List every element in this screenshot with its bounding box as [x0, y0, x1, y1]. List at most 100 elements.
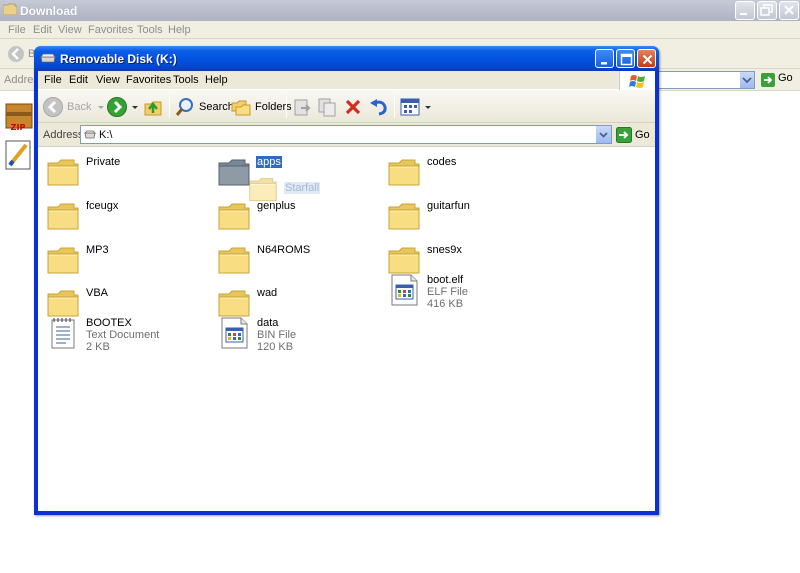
chevron-down-icon	[742, 77, 752, 84]
address-value: K:\	[99, 129, 113, 141]
address-dropdown-button[interactable]	[595, 126, 611, 143]
background-address-dropdown[interactable]	[740, 72, 754, 88]
background-address-input[interactable]	[650, 71, 755, 89]
drive-icon	[84, 130, 96, 139]
folders-button[interactable]: Folders	[230, 94, 292, 119]
item-name: codes	[427, 156, 457, 168]
file-item-boot-elf[interactable]: boot.elf ELF File 416 KB	[387, 273, 547, 317]
background-titlebar[interactable]: Download	[0, 0, 800, 21]
back-arrow-icon	[43, 96, 63, 117]
item-name: N64ROMS	[257, 244, 311, 256]
folder-icon	[46, 286, 80, 320]
archive-icon: ZIP	[5, 103, 33, 132]
windows-logo-icon	[629, 75, 645, 88]
folder-item-genplus[interactable]: genplus	[217, 199, 377, 239]
folder-item-fceugx[interactable]: fceugx	[46, 199, 206, 239]
item-size: 416 KB	[427, 298, 464, 310]
folder-icon	[217, 286, 251, 320]
move-to-icon	[294, 99, 311, 115]
folder-item-guitarfun[interactable]: guitarfun	[387, 199, 547, 239]
search-button[interactable]: Search	[174, 94, 234, 119]
folder-icon	[387, 155, 421, 189]
item-name: genplus	[257, 200, 296, 212]
item-name: Private	[86, 156, 121, 168]
file-item-bootex[interactable]: BOOTEX Text Document 2 KB	[46, 316, 206, 360]
toolbar-separator	[394, 95, 395, 118]
background-menu-help[interactable]: Help	[168, 24, 191, 36]
folder-item-codes[interactable]: codes	[387, 155, 547, 195]
undo-button[interactable]	[368, 94, 390, 119]
item-type: BIN File	[257, 329, 297, 341]
copy-to-icon	[318, 98, 336, 116]
folder-icon	[387, 199, 421, 233]
move-to-button[interactable]	[291, 94, 313, 119]
back-icon[interactable]	[7, 45, 25, 63]
folder-icon	[46, 199, 80, 233]
address-label: Address	[43, 129, 84, 141]
item-name: BOOTEX	[86, 317, 132, 329]
item-name: wad	[257, 287, 278, 299]
go-label: Go	[635, 129, 650, 141]
svg-text:ZIP: ZIP	[11, 123, 26, 132]
folder-icon	[387, 243, 421, 277]
go-arrow-icon	[616, 127, 632, 143]
maximize-button[interactable]	[616, 49, 635, 68]
close-button[interactable]	[637, 49, 656, 68]
folder-icon	[46, 243, 80, 277]
folder-item-mp3[interactable]: MP3	[46, 243, 206, 283]
minimize-icon	[740, 13, 747, 15]
item-name: snes9x	[427, 244, 462, 256]
background-close-button[interactable]	[779, 1, 799, 20]
go-arrow-icon[interactable]	[761, 73, 775, 87]
chevron-down-icon	[599, 132, 608, 138]
menu-tools[interactable]: Tools	[173, 74, 199, 86]
item-name: fceugx	[86, 200, 119, 212]
background-restore-button[interactable]	[757, 1, 777, 20]
background-menu-favorites[interactable]: Favorites	[88, 24, 133, 36]
item-name: MP3	[86, 244, 109, 256]
background-menu-file[interactable]: File	[8, 24, 26, 36]
menu-file[interactable]: File	[44, 74, 62, 86]
item-size: 120 KB	[257, 341, 294, 353]
folder-icon	[217, 155, 251, 189]
background-menubar: File Edit View Favorites Tools Help	[0, 21, 800, 58]
forward-arrow-icon	[107, 96, 127, 117]
toolbar-separator	[286, 95, 287, 118]
item-name: guitarfun	[427, 200, 470, 212]
views-button[interactable]	[399, 94, 433, 119]
explorer-window: Removable Disk (K:) File Edit View Favor…	[34, 46, 659, 515]
background-menu-tools[interactable]: Tools	[137, 24, 163, 36]
file-list-view[interactable]: Private apps codes Starfall fceugx genpl…	[38, 148, 655, 511]
folders-icon	[231, 100, 251, 115]
go-button[interactable]: Go	[616, 126, 650, 144]
minimize-button[interactable]	[595, 49, 614, 68]
item-size: 2 KB	[86, 341, 110, 353]
up-folder-button[interactable]	[143, 94, 165, 119]
binary-file-icon	[217, 316, 251, 350]
windows-logo	[619, 71, 655, 90]
back-button[interactable]: Back	[42, 94, 106, 119]
background-minimize-button[interactable]	[735, 1, 755, 20]
menu-favorites[interactable]: Favorites	[126, 74, 171, 86]
address-input[interactable]: K:\	[80, 125, 612, 144]
delete-button[interactable]	[342, 94, 364, 119]
removable-disk-icon	[40, 53, 56, 63]
forward-button[interactable]	[106, 94, 140, 119]
window-titlebar[interactable]: Removable Disk (K:)	[34, 46, 659, 71]
window-client-area: File Edit View Favorites Tools Help Back…	[38, 71, 655, 511]
drag-ghost-name: Starfall	[284, 182, 321, 194]
maximize-icon	[620, 53, 633, 66]
folder-item-n64roms[interactable]: N64ROMS	[217, 243, 377, 283]
item-name: VBA	[86, 287, 109, 299]
background-menu-view[interactable]: View	[58, 24, 82, 36]
menu-view[interactable]: View	[96, 74, 120, 86]
menu-edit[interactable]: Edit	[69, 74, 88, 86]
file-item-data[interactable]: data BIN File 120 KB	[217, 316, 377, 360]
chevron-down-icon	[98, 105, 105, 109]
folder-item-private[interactable]: Private	[46, 155, 206, 195]
text-document-icon	[46, 316, 80, 350]
menu-help[interactable]: Help	[205, 74, 228, 86]
background-go-label[interactable]: Go	[778, 72, 793, 84]
background-menu-edit[interactable]: Edit	[33, 24, 52, 36]
copy-to-button[interactable]	[316, 94, 338, 119]
